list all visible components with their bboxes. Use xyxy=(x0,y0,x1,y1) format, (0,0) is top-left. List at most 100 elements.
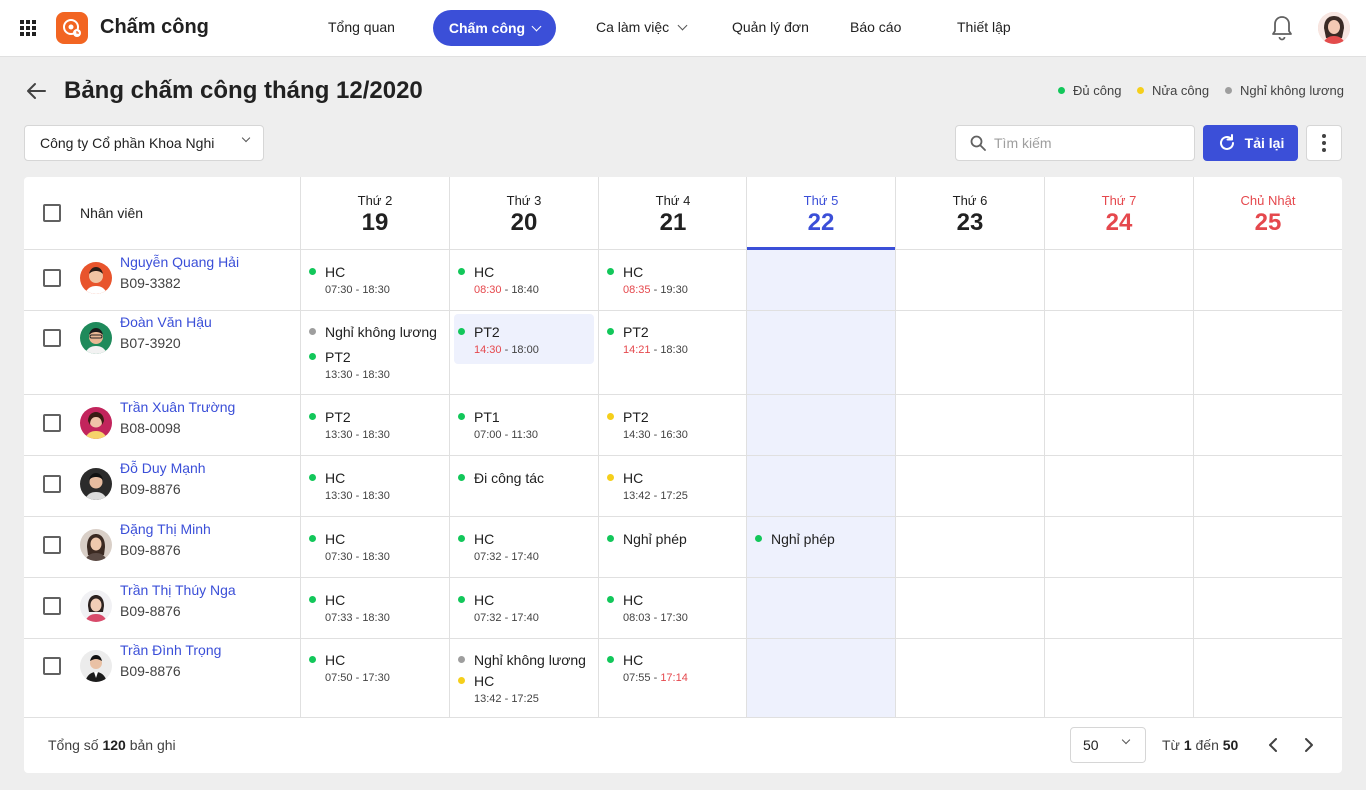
row-checkbox[interactable] xyxy=(43,475,61,493)
employee-name-link[interactable]: Đoàn Văn Hậu xyxy=(120,314,212,330)
chevron-down-icon xyxy=(677,20,688,30)
prev-page-button[interactable] xyxy=(1266,737,1280,753)
legend-half-label: Nửa công xyxy=(1152,83,1210,98)
row-checkbox[interactable] xyxy=(43,414,61,432)
employee-name-link[interactable]: Trần Đình Trọng xyxy=(120,642,221,658)
attendance-cell[interactable]: PT1 07:00 - 11:30 xyxy=(458,407,598,449)
day-header-tue[interactable]: Thứ 3 20 xyxy=(450,177,598,249)
legend-unpaid: Nghỉ không lương xyxy=(1225,83,1344,98)
company-select[interactable]: Công ty Cổ phần Khoa Nghi xyxy=(24,125,264,161)
search-box[interactable] xyxy=(955,125,1195,161)
attendance-cell[interactable]: HC 08:03 - 17:30 xyxy=(607,590,747,632)
attendance-cell[interactable]: HC 07:32 - 17:40 xyxy=(458,529,598,571)
day-header-thu-today[interactable]: Thứ 5 22 xyxy=(747,177,895,249)
nav-tong-quan[interactable]: Tổng quan xyxy=(328,19,395,35)
reload-button[interactable]: Tải lại xyxy=(1203,125,1298,161)
attendance-cell[interactable]: Nghỉ không lương HC 13:42 - 17:25 xyxy=(458,650,598,713)
more-vertical-icon xyxy=(1322,134,1326,138)
employee-name-link[interactable]: Trần Thị Thúy Nga xyxy=(120,582,236,598)
row-checkbox[interactable] xyxy=(43,536,61,554)
attendance-cell[interactable]: PT2 14:21 - 18:30 xyxy=(607,322,747,364)
green-dot-icon xyxy=(309,413,316,420)
row-checkbox[interactable] xyxy=(43,269,61,287)
page-size-value: 50 xyxy=(1083,737,1099,753)
employee-code: B09-3382 xyxy=(120,275,181,291)
employee-column-header: Nhân viên xyxy=(80,205,144,221)
nav-bao-cao[interactable]: Báo cáo xyxy=(850,19,901,35)
attendance-cell[interactable]: HC 07:30 - 18:30 xyxy=(309,529,449,571)
employee-name-link[interactable]: Trần Xuân Trường xyxy=(120,399,235,415)
green-dot-icon xyxy=(309,353,316,360)
row-checkbox[interactable] xyxy=(43,597,61,615)
app-logo-icon xyxy=(56,12,88,44)
chevron-down-icon xyxy=(531,21,542,31)
attendance-cell[interactable]: HC 07:55 - 17:14 xyxy=(607,650,747,692)
avatar xyxy=(80,262,112,294)
legend-full-label: Đủ công xyxy=(1073,83,1122,98)
day-header-fri[interactable]: Thứ 6 23 xyxy=(896,177,1044,249)
gray-dot-icon xyxy=(1225,87,1232,94)
app-title: Chấm công xyxy=(100,16,209,38)
employee-code: B08-0098 xyxy=(120,420,181,436)
attendance-cell[interactable]: HC 07:50 - 17:30 xyxy=(309,650,449,692)
yellow-dot-icon xyxy=(607,413,614,420)
attendance-cell[interactable]: Đi công tác xyxy=(458,468,598,494)
day-header-sat[interactable]: Thứ 7 24 xyxy=(1045,177,1193,249)
total-records: Tổng số 120 bản ghi xyxy=(48,737,176,753)
row-checkbox[interactable] xyxy=(43,329,61,347)
apps-grid-icon[interactable] xyxy=(20,20,36,36)
nav-ca-lam-viec[interactable]: Ca làm việc xyxy=(596,19,688,35)
user-avatar[interactable] xyxy=(1318,12,1350,44)
attendance-cell[interactable]: HC 13:42 - 17:25 xyxy=(607,468,747,510)
day-header-mon[interactable]: Thứ 2 19 xyxy=(301,177,449,249)
green-dot-icon xyxy=(458,268,465,275)
green-dot-icon xyxy=(309,656,316,663)
green-dot-icon xyxy=(309,268,316,275)
bell-icon[interactable] xyxy=(1270,14,1294,42)
row-checkbox[interactable] xyxy=(43,657,61,675)
next-page-button[interactable] xyxy=(1302,737,1316,753)
employee-name-link[interactable]: Đỗ Duy Mạnh xyxy=(120,460,206,476)
attendance-cell[interactable]: Nghỉ phép xyxy=(607,529,747,555)
day-header-sun[interactable]: Chủ Nhật 25 xyxy=(1194,177,1342,249)
page-range: Từ 1 đến 50 xyxy=(1162,737,1239,753)
avatar xyxy=(80,407,112,439)
attendance-cell[interactable]: HC 07:32 - 17:40 xyxy=(458,590,598,632)
chevron-down-icon xyxy=(1121,735,1131,745)
attendance-cell[interactable]: HC 08:30 - 18:40 xyxy=(458,262,598,304)
select-all-checkbox[interactable] xyxy=(43,204,61,222)
attendance-cell[interactable]: PT2 13:30 - 18:30 xyxy=(309,407,449,449)
attendance-cell-selected[interactable]: PT2 14:30 - 18:00 xyxy=(458,322,598,364)
attendance-cell[interactable]: HC 13:30 - 18:30 xyxy=(309,468,449,510)
more-options-button[interactable] xyxy=(1306,125,1342,161)
attendance-cell[interactable]: Nghỉ không lương PT2 13:30 - 18:30 xyxy=(309,322,449,389)
chevron-right-icon xyxy=(1305,738,1313,752)
employee-code: B09-8876 xyxy=(120,603,181,619)
chevron-down-icon xyxy=(241,133,251,143)
employee-name-link[interactable]: Nguyễn Quang Hải xyxy=(120,254,239,270)
attendance-cell[interactable]: HC 07:30 - 18:30 xyxy=(309,262,449,304)
yellow-dot-icon xyxy=(607,474,614,481)
employee-code: B09-8876 xyxy=(120,663,181,679)
avatar xyxy=(80,468,112,500)
attendance-cell[interactable]: HC 08:35 - 19:30 xyxy=(607,262,747,304)
employee-code: B09-8876 xyxy=(120,481,181,497)
day-header-wed[interactable]: Thứ 4 21 xyxy=(599,177,747,249)
search-input[interactable] xyxy=(994,135,1184,151)
nav-thiet-lap[interactable]: Thiết lập xyxy=(957,19,1011,35)
nav-quan-ly-don[interactable]: Quản lý đơn xyxy=(732,19,809,35)
avatar xyxy=(80,322,112,354)
avatar xyxy=(80,529,112,561)
back-arrow-icon[interactable] xyxy=(26,82,46,100)
avatar xyxy=(80,650,112,682)
attendance-cell[interactable]: HC 07:33 - 18:30 xyxy=(309,590,449,632)
refresh-icon xyxy=(1219,134,1234,150)
attendance-cell[interactable]: PT2 14:30 - 16:30 xyxy=(607,407,747,449)
employee-name-link[interactable]: Đặng Thị Minh xyxy=(120,521,211,537)
attendance-cell[interactable]: Nghỉ phép xyxy=(755,529,895,555)
green-dot-icon xyxy=(607,535,614,542)
nav-cham-cong[interactable]: Chấm công xyxy=(433,10,556,46)
green-dot-icon xyxy=(1058,87,1065,94)
top-bar: Chấm công Tổng quan Chấm công Ca làm việ… xyxy=(0,0,1366,57)
page-size-select[interactable]: 50 xyxy=(1070,727,1146,763)
